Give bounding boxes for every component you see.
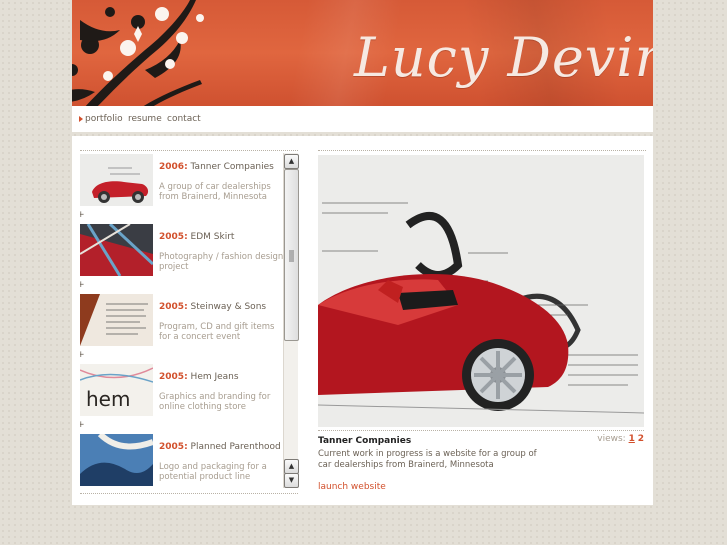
thumbnail[interactable] xyxy=(80,294,153,346)
project-image xyxy=(318,155,644,427)
nav-item-resume[interactable]: resume xyxy=(128,114,162,124)
scroll-down-icon[interactable]: ▼ xyxy=(284,473,299,488)
list-separator: + xyxy=(80,350,85,360)
list-scrollbar[interactable]: ▲ ▲ ▼ xyxy=(283,153,299,488)
grip-icon xyxy=(289,250,294,262)
site-logo[interactable]: Lucy Devins xyxy=(354,26,653,89)
nav-item-contact[interactable]: contact xyxy=(167,114,201,124)
portfolio-list: 2006: Tanner Companies A group of car de… xyxy=(80,150,298,494)
view-1-link[interactable]: 1 xyxy=(629,434,635,444)
launch-website-link[interactable]: launch website xyxy=(318,482,386,492)
project-detail: Tanner Companies views: 1 2 Current work… xyxy=(318,150,646,492)
list-item[interactable]: 2006: Tanner Companies A group of car de… xyxy=(80,154,286,210)
views-pager: views: 1 2 xyxy=(597,434,644,444)
list-item-title[interactable]: 2005: Steinway & Sons xyxy=(159,302,266,312)
scroll-up-icon[interactable]: ▲ xyxy=(284,459,299,474)
list-item-description: Photography / fashion design project xyxy=(159,252,284,272)
nav-active-arrow-icon xyxy=(79,116,83,122)
floral-silhouette-icon xyxy=(72,0,204,106)
scroll-up-icon[interactable]: ▲ xyxy=(284,154,299,169)
list-item[interactable]: 2005: Steinway & Sons Program, CD and gi… xyxy=(80,294,286,350)
list-separator: + xyxy=(80,420,85,430)
header-banner: Lucy Devins xyxy=(72,0,653,106)
main-nav: portfolio resume contact xyxy=(72,106,653,132)
content-area: 2006: Tanner Companies A group of car de… xyxy=(72,136,653,505)
project-description: Current work in progress is a website fo… xyxy=(318,449,537,470)
view-2-link[interactable]: 2 xyxy=(638,434,644,444)
list-separator: + xyxy=(80,280,85,290)
thumbnail[interactable] xyxy=(80,154,153,206)
list-item-title[interactable]: 2005: Hem Jeans xyxy=(159,372,239,382)
list-separator: + xyxy=(80,210,85,220)
thumbnail[interactable] xyxy=(80,434,153,486)
list-item[interactable]: 2005: EDM Skirt Photography / fashion de… xyxy=(80,224,286,280)
views-label: views: xyxy=(597,434,626,444)
list-item-description: Logo and packaging for a potential produ… xyxy=(159,462,267,482)
list-item-description: A group of car dealerships from Brainerd… xyxy=(159,182,271,202)
list-item-title[interactable]: 2006: Tanner Companies xyxy=(159,162,274,172)
list-item-description: Graphics and branding for online clothin… xyxy=(159,392,271,412)
project-title: Tanner Companies xyxy=(318,436,412,446)
list-item[interactable]: 2005: Planned Parenthood Logo and packag… xyxy=(80,434,286,490)
page: Lucy Devins portfolio resume contact 200… xyxy=(72,0,653,505)
thumbnail[interactable]: hem xyxy=(80,364,153,416)
list-item-title[interactable]: 2005: Planned Parenthood xyxy=(159,442,281,452)
hem-thumb-text: hem xyxy=(86,387,130,411)
scroll-thumb[interactable] xyxy=(284,169,299,341)
list-item-description: Program, CD and gift items for a concert… xyxy=(159,322,275,342)
list-item-title[interactable]: 2005: EDM Skirt xyxy=(159,232,234,242)
thumbnail[interactable] xyxy=(80,224,153,276)
nav-item-portfolio[interactable]: portfolio xyxy=(85,114,123,124)
list-item[interactable]: hem 2005: Hem Jeans Graphics and brandin… xyxy=(80,364,286,420)
